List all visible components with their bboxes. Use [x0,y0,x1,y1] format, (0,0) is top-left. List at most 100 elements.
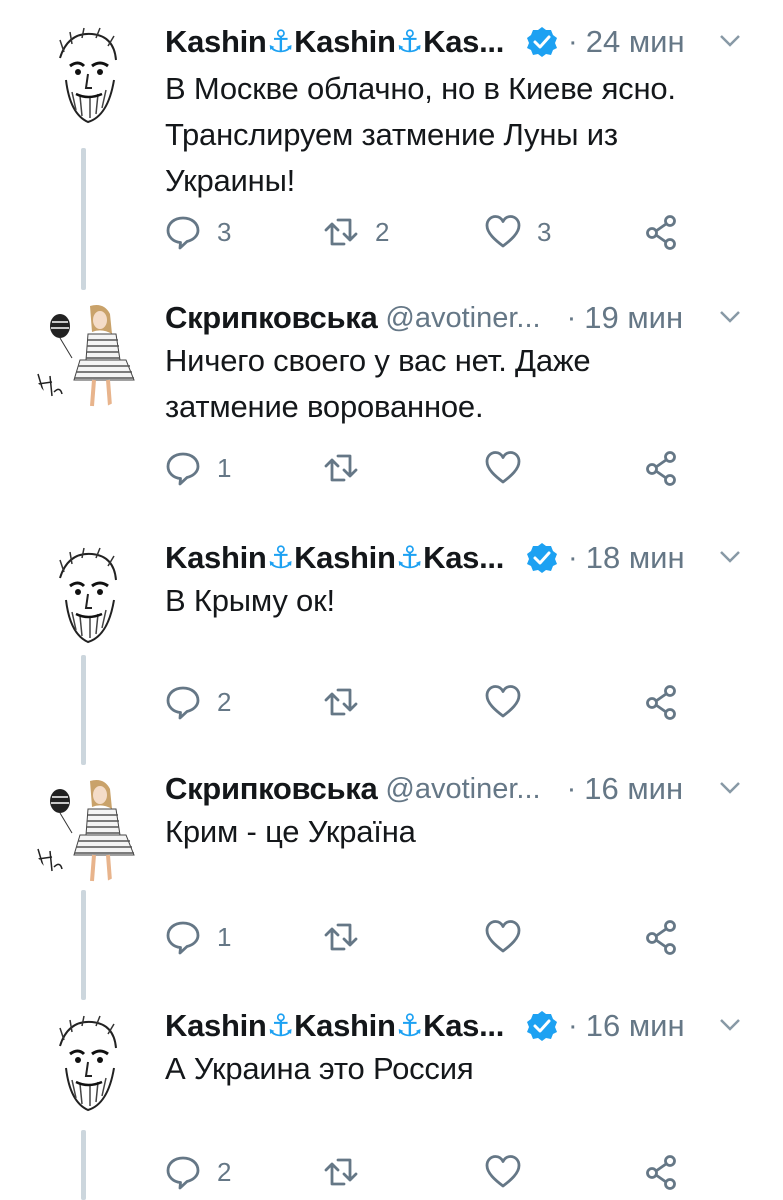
reply-count: 1 [217,452,232,483]
reply-button[interactable]: 2 [165,1150,231,1194]
tweet-text: В Москве облачно, но в Киеве ясно. Транс… [165,71,676,198]
chevron-down-icon[interactable] [719,34,741,48]
tweet[interactable]: Kashin⚓Kashin⚓Kas... · 18 мин В Крыму ок… [0,530,783,765]
author-name[interactable]: Kashin⚓Kashin⚓Kas... [165,540,504,576]
share-button[interactable] [643,1150,679,1194]
separator-dot: · [568,25,578,58]
heart-icon [485,1155,521,1188]
chevron-down-icon[interactable] [719,550,741,564]
like-button[interactable] [485,1150,537,1194]
avatar-kashin-drawing [31,19,141,129]
tweet-header: Kashin⚓Kashin⚓Kas... · 24 мин [165,22,763,62]
separator-dot: · [566,772,577,805]
reply-button[interactable]: 3 [165,210,231,254]
retweet-icon [324,218,358,246]
like-count: 3 [537,216,552,247]
verified-badge-icon [526,1010,558,1042]
share-button[interactable] [643,915,679,959]
heart-icon [485,685,521,718]
avatar-kashin[interactable] [30,18,142,130]
tweet[interactable]: Скрипковська @avotiner... · 19 мин Ничег… [0,290,783,530]
tweet-text: А Украина это Россия [165,1051,474,1086]
avatar-skripkovska-drawing [31,299,141,409]
separator-dot: · [566,301,577,334]
share-icon [646,920,676,955]
tweet[interactable]: Kashin⚓Kashin⚓Kas... · 16 мин А Украина … [0,1000,783,1200]
tweet-text: Крим - це Україна [165,814,416,849]
timestamp[interactable]: 19 мин [584,300,683,336]
timestamp[interactable]: 16 мин [586,1008,685,1044]
timestamp[interactable]: 16 мин [584,771,683,807]
reply-button[interactable]: 1 [165,915,231,959]
tweet-actions: 2 [165,1150,705,1194]
like-button[interactable] [485,915,537,959]
reply-button[interactable]: 2 [165,680,231,724]
tweet-actions: 2 [165,680,705,724]
chevron-down-icon[interactable] [719,781,741,795]
anchor-emoji: ⚓ [395,1008,424,1043]
author-name[interactable]: Kashin⚓Kashin⚓Kas... [165,1008,504,1044]
like-button[interactable] [485,680,537,724]
thread-line [81,655,86,765]
anchor-emoji: ⚓ [395,540,424,575]
share-button[interactable] [643,446,679,490]
author-handle[interactable]: @avotiner... [385,302,540,335]
heart-icon [485,215,521,248]
avatar-skripkovska-drawing [31,774,141,884]
tweet-actions: 3 2 3 [165,210,705,254]
tweet-text: В Крыму ок! [165,583,335,618]
reply-count: 1 [217,921,232,952]
retweet-icon [324,1158,358,1186]
verified-badge-icon [526,542,558,574]
retweet-button[interactable] [323,1150,375,1194]
verified-badge-icon [526,26,558,58]
share-icon [646,685,676,720]
tweet-header: Скрипковська @avotiner... · 16 мин [165,769,763,809]
timestamp[interactable]: 24 мин [586,24,685,60]
avatar-kashin[interactable] [30,538,142,650]
tweet-header: Скрипковська @avotiner... · 19 мин [165,298,763,338]
author-name[interactable]: Kashin⚓Kashin⚓Kas... [165,24,504,60]
tweet[interactable]: Скрипковська @avotiner... · 16 мин Крим … [0,765,783,1000]
chevron-down-icon[interactable] [719,310,741,324]
retweet-button[interactable] [323,680,375,724]
reply-icon [166,452,200,486]
chevron-down-icon[interactable] [719,1018,741,1032]
reply-button[interactable]: 1 [165,446,231,490]
retweet-count: 2 [375,216,390,247]
retweet-icon [324,454,358,482]
anchor-emoji: ⚓ [395,24,424,59]
anchor-emoji: ⚓ [266,1008,295,1043]
author-name[interactable]: Скрипковська [165,771,378,807]
tweet[interactable]: Kashin⚓Kashin⚓Kas... · 24 мин В Москве о… [0,0,783,290]
thread-line [81,1130,86,1200]
tweet-header: Kashin⚓Kashin⚓Kas... · 18 мин [165,538,763,578]
retweet-button[interactable]: 2 [323,210,389,254]
author-name[interactable]: Скрипковська [165,300,378,336]
heart-icon [485,920,521,953]
tweet-text: Ничего своего у вас нет. Даже затмение в… [165,343,591,424]
reply-count: 2 [217,686,232,717]
anchor-emoji: ⚓ [266,540,295,575]
share-icon [646,215,676,250]
author-handle[interactable]: @avotiner... [385,773,540,806]
retweet-button[interactable] [323,915,375,959]
like-button[interactable] [485,446,537,490]
reply-icon [166,216,200,250]
separator-dot: · [568,1009,578,1042]
avatar-skripkovska[interactable] [30,298,142,410]
like-button[interactable]: 3 [485,210,551,254]
avatar-kashin[interactable] [30,1006,142,1118]
tweet-header: Kashin⚓Kashin⚓Kas... · 16 мин [165,1006,763,1046]
retweet-button[interactable] [323,446,375,490]
thread-line [81,148,86,290]
share-button[interactable] [643,210,679,254]
tweet-actions: 1 [165,915,705,959]
retweet-icon [324,923,358,951]
avatar-skripkovska[interactable] [30,773,142,885]
share-icon [646,451,676,486]
timestamp[interactable]: 18 мин [586,540,685,576]
retweet-icon [324,688,358,716]
reply-count: 3 [217,216,232,247]
share-button[interactable] [643,680,679,724]
